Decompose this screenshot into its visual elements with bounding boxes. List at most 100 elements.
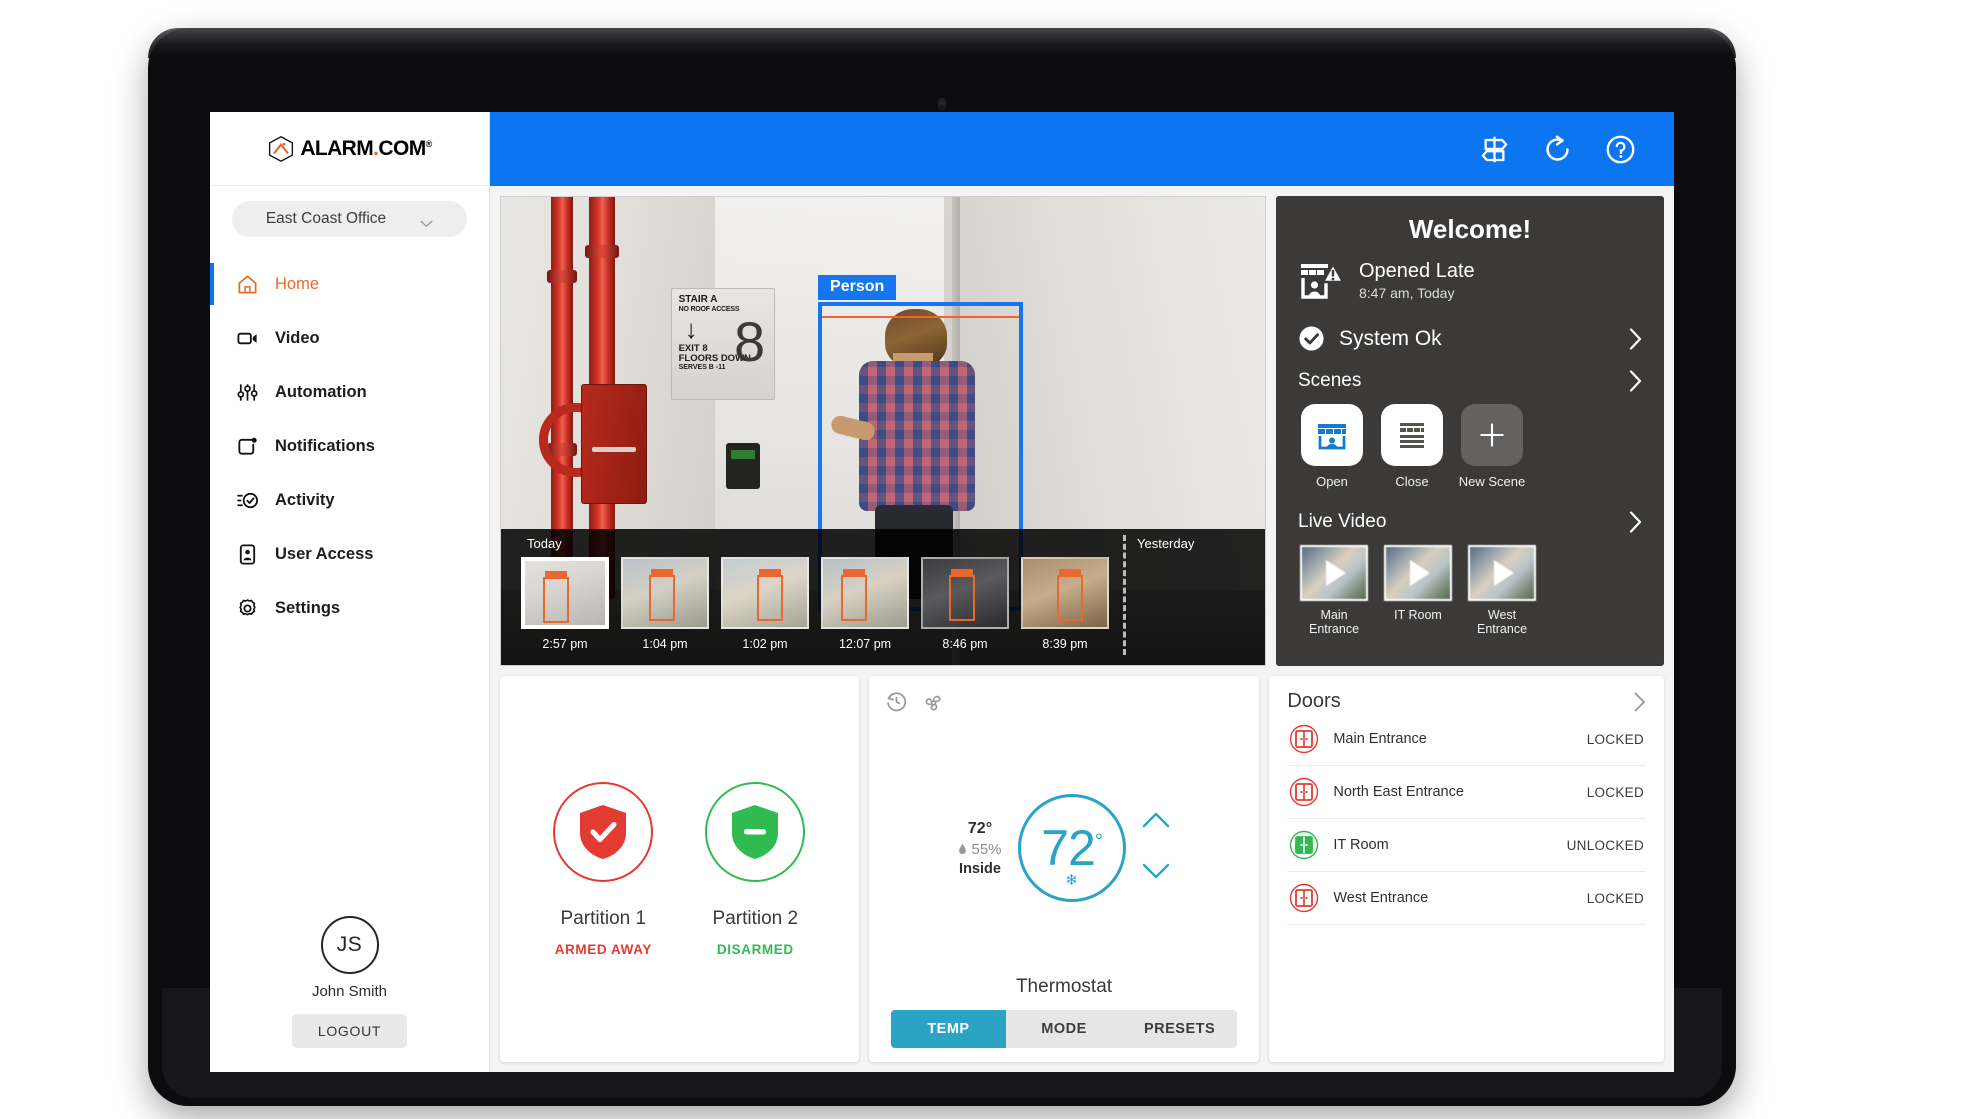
scene-close[interactable]: Close	[1380, 404, 1444, 489]
avatar[interactable]: JS	[320, 916, 379, 974]
sidebar-item-automation[interactable]: Automation	[210, 365, 489, 419]
home-icon	[236, 273, 259, 296]
sidebar-item-label: Notifications	[275, 436, 375, 455]
gear-icon	[236, 597, 259, 620]
door-row[interactable]: West Entrance LOCKED	[1287, 872, 1647, 925]
storefront-alert-icon	[1298, 259, 1346, 301]
temp-down-button[interactable]	[1142, 862, 1170, 885]
sidebar-item-user-access[interactable]: User Access	[210, 527, 489, 581]
fan-icon[interactable]	[922, 690, 945, 718]
live-video-tile[interactable]: West Entrance	[1468, 545, 1536, 637]
inside-temperature: 72°	[967, 819, 993, 837]
partition-name: Partition 1	[560, 907, 647, 929]
timeline-day-divider	[1123, 535, 1126, 655]
sidebar-item-label: User Access	[275, 544, 374, 563]
brand-logo[interactable]: ALARM.COM®	[210, 112, 489, 186]
chevron-right-icon	[1629, 511, 1642, 533]
sidebar-item-home[interactable]: Home	[210, 257, 489, 311]
user-badge-icon	[236, 543, 259, 566]
timeline-detection-box	[757, 569, 783, 621]
live-video-tile[interactable]: Main Entrance	[1300, 545, 1368, 637]
scene-label: Close	[1395, 474, 1429, 489]
video-camera-icon	[236, 327, 259, 350]
door-locked-icon	[1289, 883, 1319, 913]
chevron-right-icon	[1634, 692, 1646, 712]
doors-list: Main Entrance LOCKED North East Entrance LO…	[1287, 713, 1647, 925]
live-video-tile[interactable]: IT Room	[1384, 545, 1452, 637]
live-video-thumbnail	[1300, 545, 1368, 601]
thermostat-setpoint: 72°	[1041, 820, 1103, 876]
timeline-clips: 2:57 pm 1:04 pm 1:02 pm 12:07 pm 8:46 pm 8:39…	[521, 557, 1109, 651]
door-state: LOCKED	[1586, 731, 1645, 747]
live-video-label: IT Room	[1394, 608, 1442, 622]
scene-label: New Scene	[1458, 474, 1526, 489]
thermostat-dial[interactable]: 72° ❄	[1017, 794, 1126, 902]
thermostat-top-icons	[885, 690, 1244, 718]
scene-open[interactable]: Open	[1300, 404, 1364, 489]
top-bar	[490, 112, 1674, 186]
fire-hose-cabinet	[581, 384, 648, 505]
schedule-clock-icon[interactable]	[885, 690, 908, 718]
scene-new[interactable]: New Scene	[1458, 404, 1526, 489]
timeline-clip[interactable]: 1:02 pm	[721, 557, 809, 651]
site-selector[interactable]: East Coast Office	[232, 201, 467, 237]
chevron-right-icon	[1629, 327, 1642, 350]
alert-title: Opened Late	[1359, 259, 1475, 282]
help-circle-icon[interactable]	[1605, 134, 1636, 165]
partition-2[interactable]: Partition 2 DISARMED	[705, 781, 806, 957]
sidebar-item-label: Automation	[275, 382, 367, 401]
sidebar-item-activity[interactable]: Activity	[210, 473, 489, 527]
sidebar-item-video[interactable]: Video	[210, 311, 489, 365]
sidebar-nav: Home Video Automation Notifications Acti…	[210, 257, 489, 635]
timeline-clip[interactable]: 2:57 pm	[521, 557, 609, 651]
timeline-clip[interactable]: 8:46 pm	[921, 557, 1009, 651]
tab-presets[interactable]: PRESETS	[1122, 1010, 1238, 1048]
scenes-header[interactable]: Scenes	[1298, 366, 1642, 392]
timeline-detection-box	[841, 569, 867, 621]
temp-up-button[interactable]	[1142, 811, 1170, 834]
clip-timeline: Today Yesterday 2:57 pm 1:04 pm 1:02 pm 12:…	[501, 529, 1265, 665]
timeline-detection-box	[649, 569, 675, 621]
tab-temp[interactable]: TEMP	[890, 1010, 1007, 1048]
sidebar-item-settings[interactable]: Settings	[210, 581, 489, 635]
door-row[interactable]: North East Entrance LOCKED	[1287, 766, 1647, 819]
door-name: West Entrance	[1333, 890, 1429, 906]
door-row[interactable]: Main Entrance LOCKED	[1287, 713, 1647, 766]
live-video-label: Main Entrance	[1308, 608, 1360, 637]
top-row: STAIR A NO ROOF ACCESS ↓ EXIT 8 FLOORS D…	[500, 196, 1664, 666]
sidebar-item-label: Home	[275, 274, 320, 293]
timeline-clip[interactable]: 12:07 pm	[821, 557, 909, 651]
snowflake-icon: ❄	[1065, 872, 1078, 889]
tab-mode[interactable]: MODE	[1006, 1010, 1122, 1048]
timeline-clip-thumbnail	[821, 557, 909, 629]
detection-label: Person	[818, 275, 897, 301]
storefront-open-icon	[1301, 404, 1363, 466]
alert-opened-late[interactable]: Opened Late 8:47 am, Today	[1298, 259, 1642, 301]
sidebar-item-notifications[interactable]: Notifications	[210, 419, 489, 473]
logout-button[interactable]: LOGOUT	[291, 1014, 408, 1048]
thermostat-inside-readout: 72° 55% Inside	[958, 820, 1001, 877]
door-locked-icon	[1289, 777, 1319, 807]
partition-name: Partition 2	[712, 907, 799, 929]
timeline-clip-time: 1:04 pm	[642, 637, 688, 651]
droplet-icon	[959, 843, 967, 855]
door-row[interactable]: IT Room UNLOCKED	[1287, 819, 1647, 872]
inside-humidity: 55%	[958, 841, 1002, 858]
door-state: LOCKED	[1586, 890, 1645, 906]
sidebar-item-label: Video	[275, 328, 320, 347]
timeline-clip[interactable]: 8:39 pm	[1021, 557, 1109, 651]
thermostat-card: 72° 55% Inside 72° ❄ Thermostat TEMP MOD…	[868, 676, 1260, 1062]
camera-feed-panel[interactable]: STAIR A NO ROOF ACCESS ↓ EXIT 8 FLOORS D…	[500, 196, 1266, 666]
timeline-detection-tag	[759, 569, 781, 576]
partition-1[interactable]: Partition 1 ARMED AWAY	[553, 781, 654, 957]
timeline-day-label-today: Today	[527, 536, 562, 551]
live-video-header[interactable]: Live Video	[1298, 507, 1642, 533]
refresh-icon[interactable]	[1542, 134, 1573, 165]
doors-header[interactable]: Doors	[1287, 690, 1646, 713]
timeline-clip[interactable]: 1:04 pm	[621, 557, 709, 651]
thermostat-name: Thermostat	[1015, 976, 1113, 997]
partition-state: ARMED AWAY	[554, 941, 652, 957]
signpost-icon[interactable]	[1479, 134, 1510, 165]
timeline-day-label-yesterday: Yesterday	[1137, 536, 1195, 551]
system-status-row[interactable]: System Ok	[1298, 319, 1642, 366]
